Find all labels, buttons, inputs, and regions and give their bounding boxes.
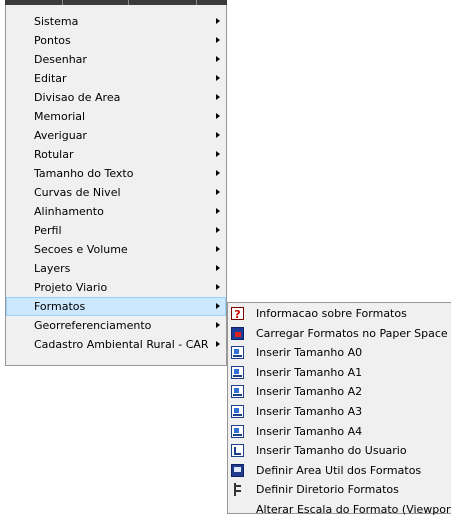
menu-item-pontos[interactable]: Pontos (6, 31, 226, 50)
menu-item-sistema[interactable]: Sistema (6, 12, 226, 31)
menu-item-editar[interactable]: Editar (6, 69, 226, 88)
menu-item-georreferenciamento[interactable]: Georreferenciamento (6, 316, 226, 335)
menu-item-label: Rotular (34, 148, 74, 161)
menu-item-label: Sistema (34, 15, 79, 28)
submenu-arrow-icon (216, 303, 220, 309)
submenu-item-definir-area-util[interactable]: Definir Area Util dos Formatos (228, 461, 451, 481)
main-dropdown-menu: Sistema Pontos Desenhar Editar Divisao d… (5, 5, 227, 366)
submenu-arrow-icon (216, 37, 220, 43)
submenu-arrow-icon (216, 132, 220, 138)
menu-item-label: Tamanho do Texto (34, 167, 134, 180)
submenu-arrow-icon (216, 341, 220, 347)
submenu-arrow-icon (216, 18, 220, 24)
info-icon (231, 305, 244, 325)
menu-item-curvas-de-nivel[interactable]: Curvas de Nivel (6, 183, 226, 202)
submenu-item-label: Inserir Tamanho A0 (256, 346, 363, 360)
menu-item-rotular[interactable]: Rotular (6, 145, 226, 164)
menu-item-label: Perfil (34, 224, 62, 237)
usable-area-icon (231, 463, 244, 477)
menu-item-formatos[interactable]: Formatos (6, 297, 226, 316)
submenu-item-label: Inserir Tamanho A2 (256, 385, 363, 399)
submenu-arrow-icon (216, 265, 220, 271)
directory-icon (231, 483, 244, 497)
sheet-a3-icon (231, 404, 244, 418)
menu-item-label: Projeto Viario (34, 281, 108, 294)
submenu-item-inserir-a4[interactable]: Inserir Tamanho A4 (228, 422, 451, 442)
submenu-item-label: Informacao sobre Formatos (256, 307, 407, 320)
submenu-arrow-icon (216, 227, 220, 233)
submenu-arrow-icon (216, 208, 220, 214)
menu-item-desenhar[interactable]: Desenhar (6, 50, 226, 69)
submenu-arrow-icon (216, 284, 220, 290)
menu-item-label: Cadastro Ambiental Rural - CAR (34, 338, 209, 351)
submenu-item-inserir-a3[interactable]: Inserir Tamanho A3 (228, 402, 451, 422)
sheet-a1-icon (231, 365, 244, 379)
submenu-item-alterar-escala[interactable]: Alterar Escala do Formato (Viewport) (228, 500, 451, 520)
menu-item-divisao-de-area[interactable]: Divisao de Area (6, 88, 226, 107)
menu-item-label: Desenhar (34, 53, 87, 66)
submenu-item-definir-diretorio[interactable]: Definir Diretorio Formatos (228, 480, 451, 500)
menu-item-alinhamento[interactable]: Alinhamento (6, 202, 226, 221)
menu-item-label: Curvas de Nivel (34, 186, 121, 199)
submenu-item-informacao-formatos[interactable]: Informacao sobre Formatos (228, 304, 451, 325)
menu-item-perfil[interactable]: Perfil (6, 221, 226, 240)
submenu-arrow-icon (216, 170, 220, 176)
menu-item-label: Layers (34, 262, 71, 275)
submenu-item-carregar-formatos[interactable]: Carregar Formatos no Paper Space (228, 324, 451, 344)
submenu-arrow-icon (216, 322, 220, 328)
paper-space-icon (231, 326, 244, 340)
sheet-a2-icon (231, 385, 244, 399)
menu-item-label: Divisao de Area (34, 91, 121, 104)
sheet-a0-icon (231, 346, 244, 360)
submenu-arrow-icon (216, 75, 220, 81)
submenu-item-inserir-a0[interactable]: Inserir Tamanho A0 (228, 343, 451, 363)
menu-item-label: Alinhamento (34, 205, 104, 218)
submenu-item-inserir-usuario[interactable]: Inserir Tamanho do Usuario (228, 441, 451, 461)
menu-item-label: Averiguar (34, 129, 87, 142)
menu-item-secoes-e-volume[interactable]: Secoes e Volume (6, 240, 226, 259)
submenu-arrow-icon (216, 189, 220, 195)
submenu-item-inserir-a1[interactable]: Inserir Tamanho A1 (228, 363, 451, 383)
menu-item-label: Secoes e Volume (34, 243, 128, 256)
submenu-arrow-icon (216, 151, 220, 157)
submenu-arrow-icon (216, 94, 220, 100)
submenu-item-inserir-a2[interactable]: Inserir Tamanho A2 (228, 382, 451, 402)
submenu-arrow-icon (216, 56, 220, 62)
submenu-item-label: Carregar Formatos no Paper Space (256, 326, 448, 340)
submenu-item-label: Inserir Tamanho A4 (256, 424, 363, 438)
submenu-item-label: Definir Diretorio Formatos (256, 483, 399, 497)
sheet-a4-icon (231, 424, 244, 438)
menu-item-tamanho-do-texto[interactable]: Tamanho do Texto (6, 164, 226, 183)
formatos-submenu: Informacao sobre Formatos Carregar Forma… (227, 302, 451, 516)
menu-item-label: Formatos (34, 300, 86, 313)
menu-item-label: Pontos (34, 34, 71, 47)
menu-item-label: Editar (34, 72, 67, 85)
menu-item-averiguar[interactable]: Averiguar (6, 126, 226, 145)
menu-item-layers[interactable]: Layers (6, 259, 226, 278)
menu-item-label: Georreferenciamento (34, 319, 152, 332)
menu-item-cadastro-ambiental-rural[interactable]: Cadastro Ambiental Rural - CAR (6, 335, 226, 354)
user-size-icon (231, 444, 244, 458)
submenu-arrow-icon (216, 246, 220, 252)
menu-item-label: Memorial (34, 110, 86, 123)
submenu-item-label: Alterar Escala do Formato (Viewport) (256, 502, 451, 516)
menu-item-projeto-viario[interactable]: Projeto Viario (6, 278, 226, 297)
submenu-item-label: Inserir Tamanho do Usuario (256, 444, 407, 458)
submenu-item-label: Inserir Tamanho A3 (256, 404, 363, 418)
submenu-item-label: Inserir Tamanho A1 (256, 365, 363, 379)
submenu-item-label: Definir Area Util dos Formatos (256, 463, 422, 477)
menu-item-memorial[interactable]: Memorial (6, 107, 226, 126)
submenu-arrow-icon (216, 113, 220, 119)
